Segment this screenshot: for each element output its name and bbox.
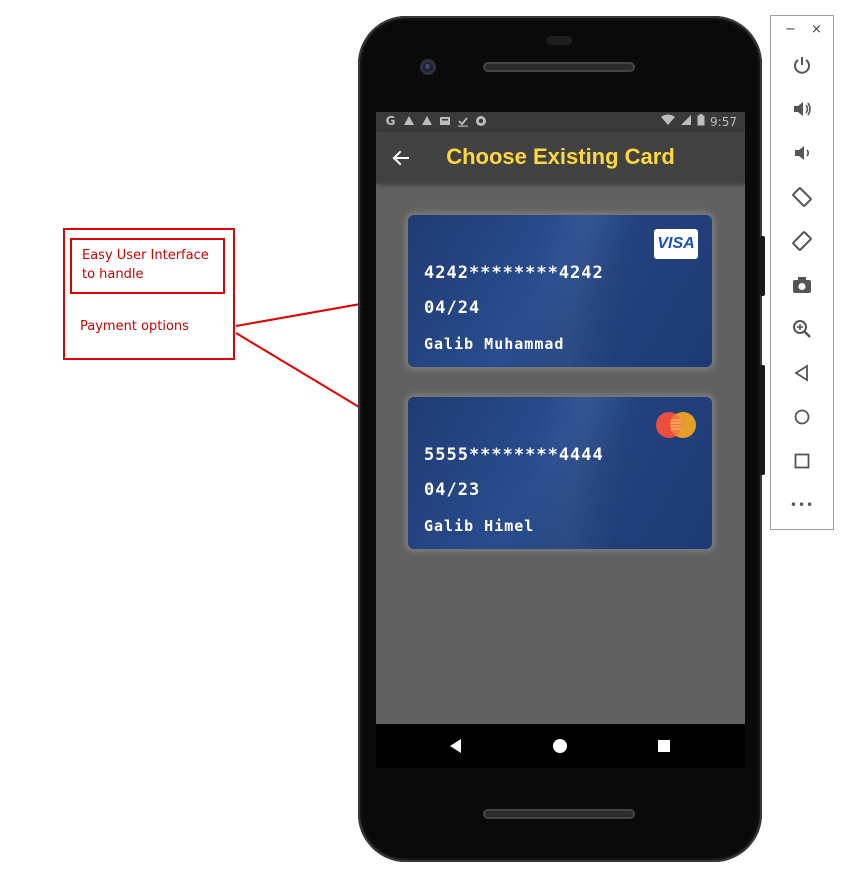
battery-icon — [697, 114, 705, 129]
screenshot-button[interactable] — [789, 272, 815, 298]
drive-icon — [420, 114, 433, 127]
nav-recents-button[interactable] — [654, 736, 674, 756]
phone-screen: G 9:57 Choose Existing Card VISA 4242***… — [376, 112, 745, 724]
rotate-right-icon — [792, 231, 812, 251]
nav-back-button[interactable] — [446, 736, 466, 756]
card-holder-name: Galib Muhammad — [424, 335, 565, 353]
card-number: 5555********4444 — [424, 445, 604, 465]
card-holder-name: Galib Himel — [424, 517, 535, 535]
front-camera — [420, 59, 436, 75]
news-icon — [438, 114, 451, 127]
emulator-back-button[interactable] — [789, 360, 815, 386]
android-nav-bar — [376, 724, 745, 768]
minimize-button[interactable]: − — [785, 22, 796, 37]
home-icon — [794, 409, 810, 425]
back-icon — [794, 364, 808, 382]
camera-icon — [793, 277, 811, 293]
home-circle-icon — [553, 739, 567, 753]
volume-down-button[interactable] — [789, 140, 815, 166]
emulator-toolbar: − × ••• — [770, 15, 834, 530]
credit-card-mastercard[interactable]: 5555********4444 04/23 Galib Himel — [408, 397, 712, 549]
annotation-note: Payment options — [80, 319, 189, 334]
bottom-speaker — [483, 809, 635, 819]
status-bar: G 9:57 — [376, 112, 745, 132]
zoom-icon — [793, 320, 811, 338]
volume-down-icon — [795, 146, 810, 160]
check-download-icon — [456, 114, 469, 127]
volume-up-button[interactable] — [789, 96, 815, 122]
google-icon: G — [385, 113, 396, 128]
credit-card-visa[interactable]: VISA 4242********4242 04/24 Galib Muhamm… — [408, 215, 712, 367]
card-expiry: 04/24 — [424, 298, 481, 318]
emulator-overview-button[interactable] — [789, 448, 815, 474]
volume-up-icon — [794, 102, 811, 116]
back-button[interactable] — [388, 145, 414, 171]
power-icon — [794, 57, 810, 74]
more-button[interactable]: ••• — [789, 492, 815, 518]
back-triangle-icon — [450, 739, 461, 753]
rotate-right-button[interactable] — [789, 228, 815, 254]
page-title: Choose Existing Card — [446, 144, 675, 169]
status-time: 9:57 — [710, 114, 737, 129]
arrow-left-icon — [392, 150, 409, 166]
signal-icon — [680, 114, 692, 129]
close-button[interactable]: × — [811, 22, 822, 37]
more-icon: ••• — [789, 498, 815, 512]
card-number: 4242********4242 — [424, 263, 604, 283]
front-sensor — [546, 36, 572, 45]
annotation-label: Easy User Interface to handle — [82, 248, 209, 282]
overview-icon — [794, 453, 810, 469]
record-icon — [474, 114, 487, 127]
recents-square-icon — [658, 740, 670, 752]
zoom-button[interactable] — [789, 316, 815, 342]
visa-logo-icon: VISA — [654, 229, 698, 259]
emulator-home-button[interactable] — [789, 404, 815, 430]
rotate-left-button[interactable] — [789, 184, 815, 210]
card-expiry: 04/23 — [424, 480, 481, 500]
side-button-volume — [760, 365, 765, 475]
top-speaker — [483, 62, 635, 72]
side-button-power — [760, 236, 765, 296]
power-button[interactable] — [789, 52, 815, 78]
app-bar: Choose Existing Card — [376, 132, 745, 183]
rotate-left-icon — [792, 187, 812, 207]
wifi-icon — [661, 114, 676, 129]
mastercard-logo-icon — [656, 412, 696, 438]
nav-home-button[interactable] — [550, 736, 570, 756]
drive-icon — [402, 114, 415, 127]
